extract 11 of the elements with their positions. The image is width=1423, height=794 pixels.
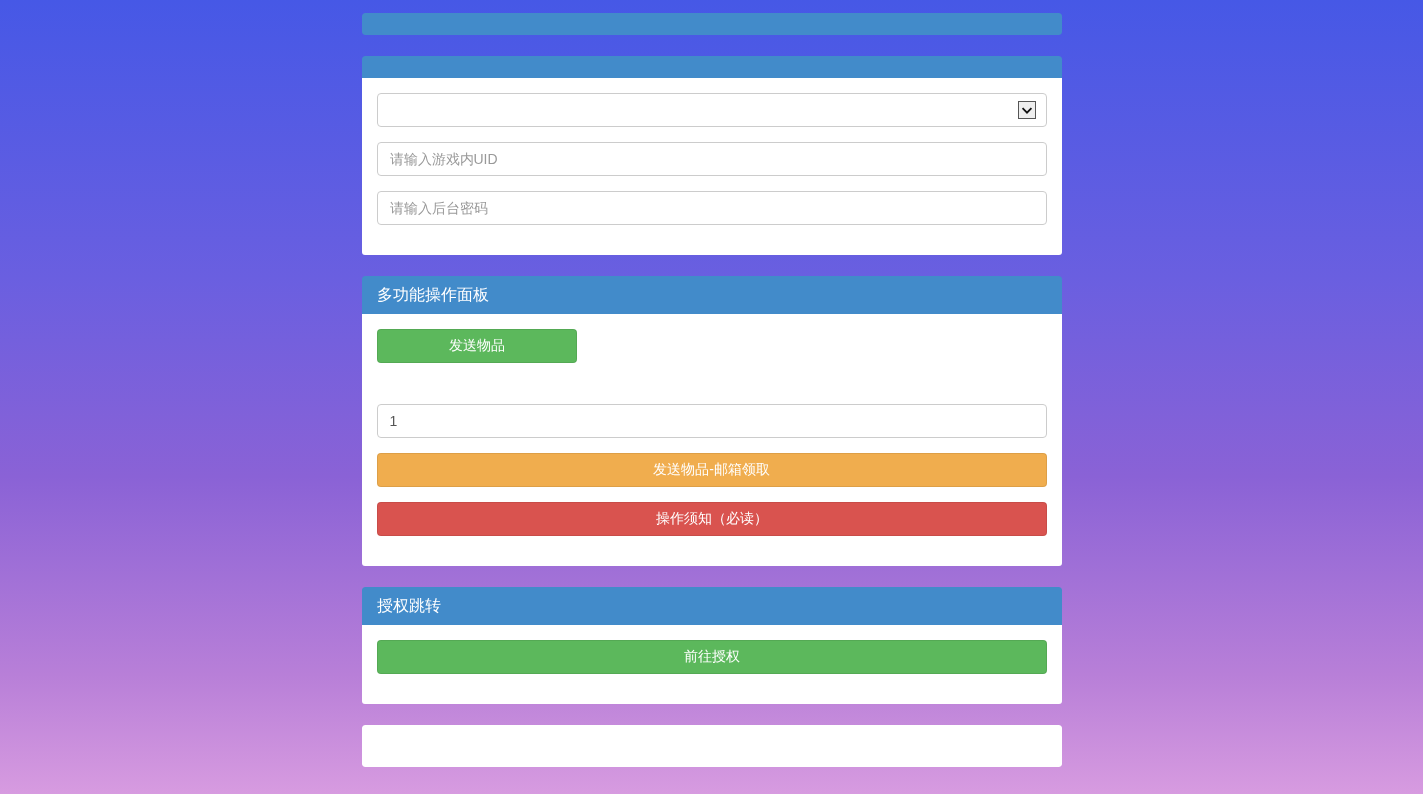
input-field[interactable]: 1 [376,404,1047,438]
input-field[interactable]: 请输入后台密码 [376,191,1047,225]
action-button[interactable]: 前往授权 [376,640,1047,674]
action-button[interactable]: 操作须知（必读） [376,502,1047,536]
dropdown-select[interactable] [376,93,1047,127]
input-field[interactable]: 请输入游戏内UID [376,142,1047,176]
action-button[interactable]: 发送物品-邮箱领取 [376,453,1047,487]
action-button[interactable]: 发送物品 [376,329,577,363]
chevron-down-icon [1017,101,1036,119]
panel-title: 多功能操作面板 [361,276,1062,314]
panel-title: 授权跳转 [361,587,1062,625]
